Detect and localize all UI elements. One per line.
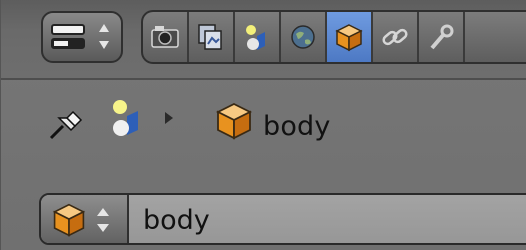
- tab-scene[interactable]: [235, 12, 281, 62]
- tab-render-layers[interactable]: [189, 12, 235, 62]
- triangle-right-icon: [165, 112, 173, 124]
- wrench-icon: [430, 24, 454, 50]
- camera-icon: [151, 26, 179, 48]
- editor-type-selector[interactable]: [41, 11, 123, 63]
- object-cube-icon: [335, 24, 363, 52]
- object-cube-icon: [52, 203, 86, 237]
- context-tabs: [141, 10, 526, 64]
- breadcrumb-object-name: body: [263, 111, 331, 142]
- tab-render[interactable]: [143, 12, 189, 62]
- world-icon: [291, 25, 315, 49]
- tab-modifiers[interactable]: [419, 12, 465, 62]
- editor-properties-icon: [51, 24, 109, 49]
- chain-link-icon: [382, 28, 408, 46]
- properties-header: [1, 0, 526, 80]
- tab-constraints[interactable]: [373, 12, 419, 62]
- scene-icon: [246, 25, 265, 50]
- object-selector: [39, 193, 526, 245]
- object-type-dropdown[interactable]: [41, 195, 129, 243]
- tab-object[interactable]: [327, 12, 373, 62]
- object-cube-icon: [215, 102, 253, 140]
- object-name-value: body: [143, 205, 210, 236]
- scene-icon[interactable]: [107, 98, 147, 140]
- pin-icon[interactable]: [47, 106, 87, 142]
- tab-world[interactable]: [281, 12, 327, 62]
- layers-icon: [198, 24, 222, 50]
- up-down-arrows-icon: [97, 208, 109, 232]
- properties-panel: body body: [0, 0, 526, 250]
